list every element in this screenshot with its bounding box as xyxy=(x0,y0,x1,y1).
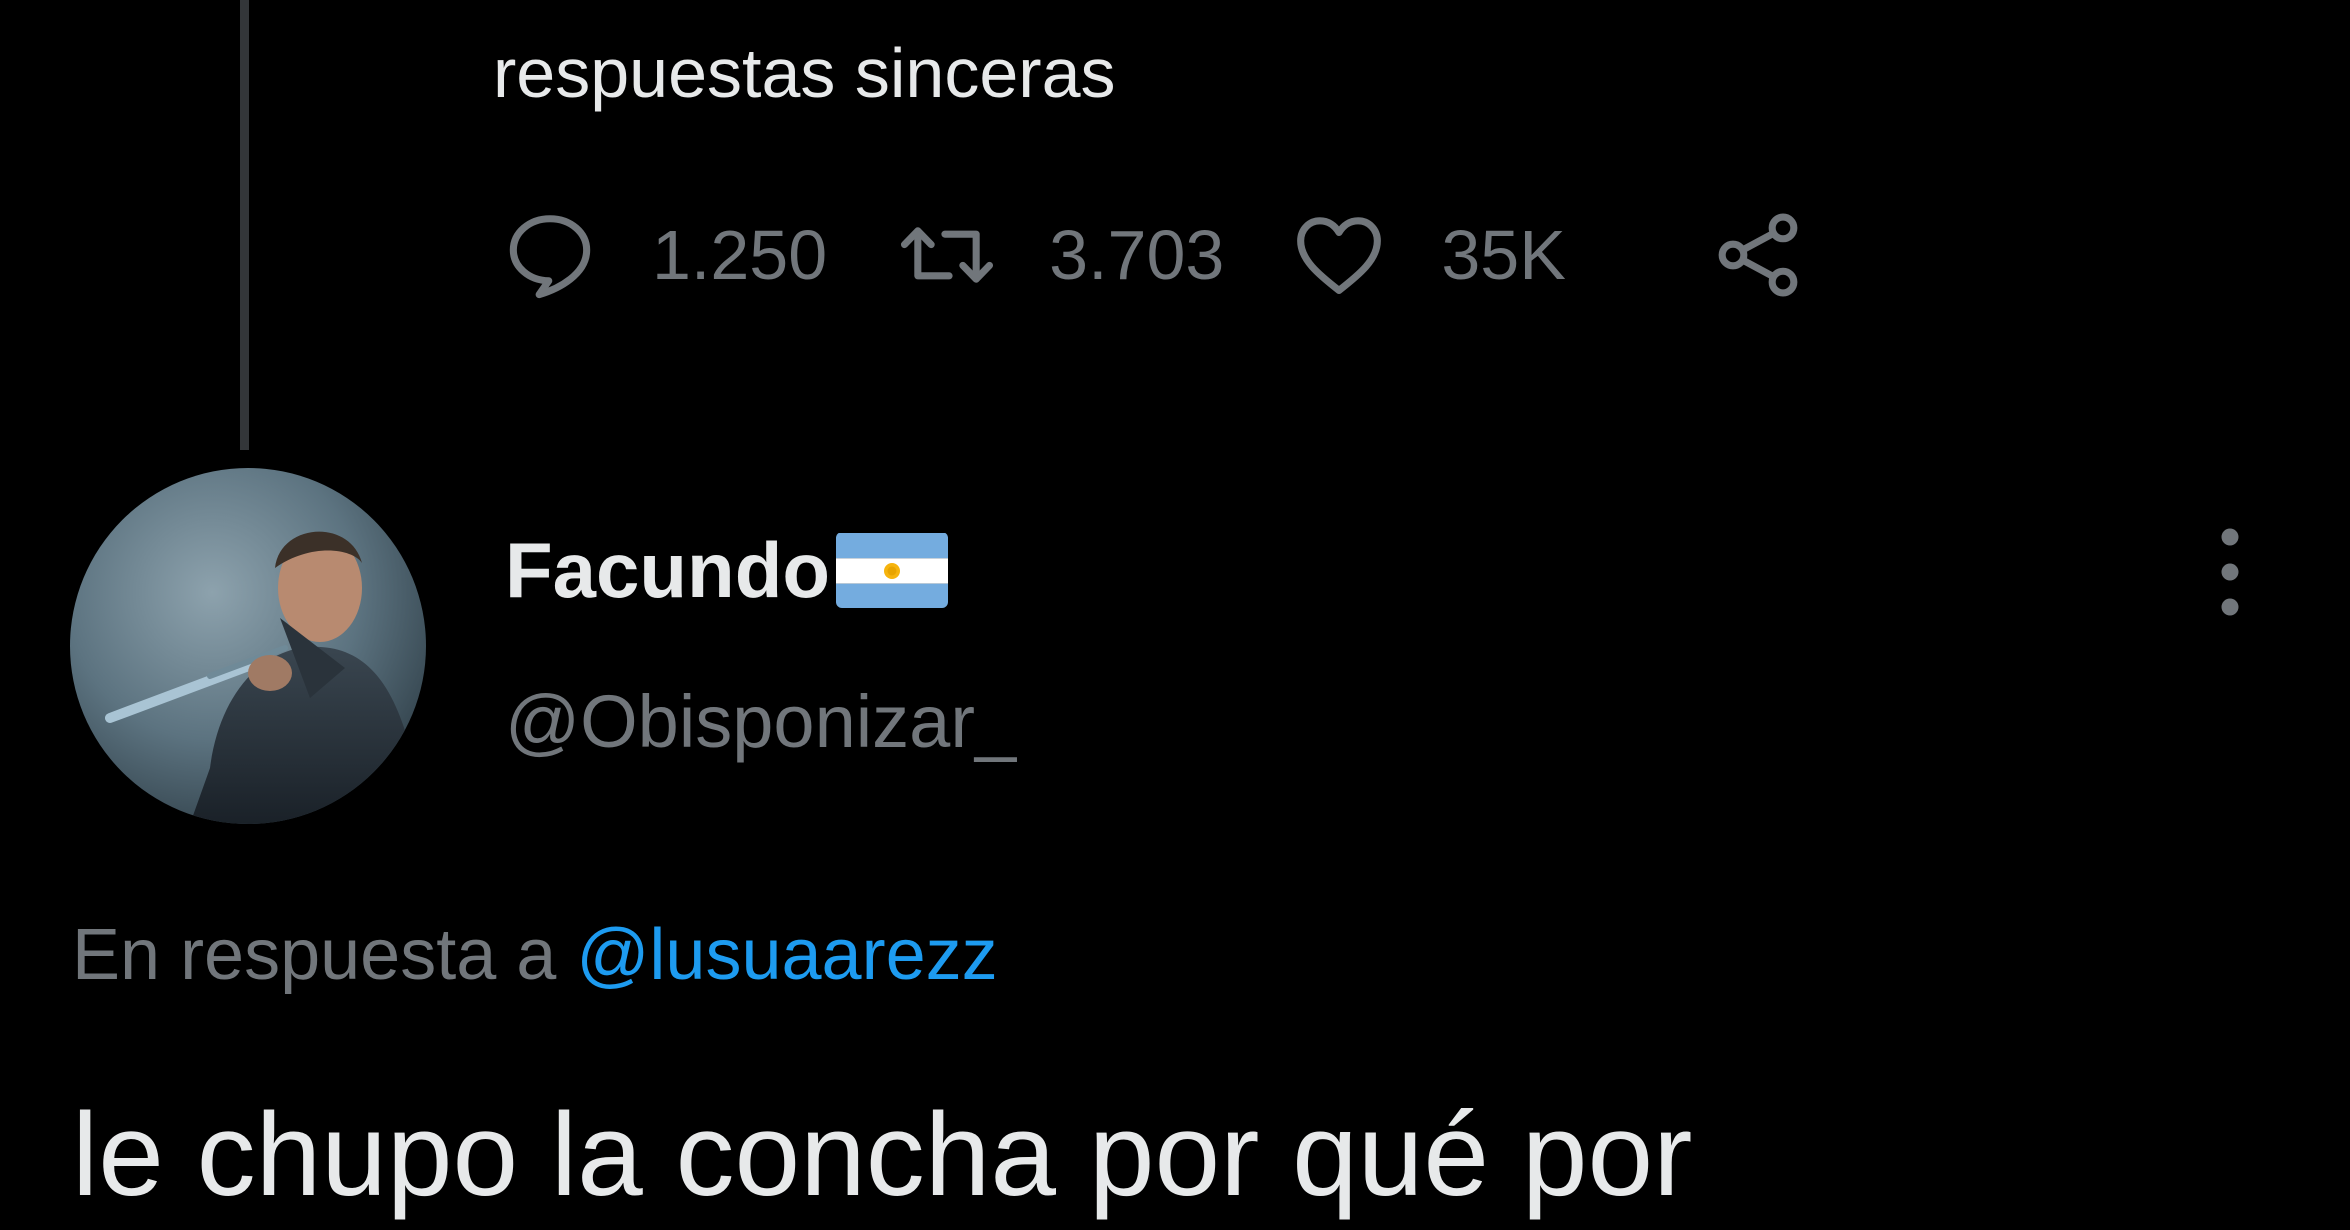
retweet-icon xyxy=(901,227,994,283)
share-icon xyxy=(1718,213,1798,297)
thread-connector-line xyxy=(240,0,249,450)
profile-photo xyxy=(70,468,426,824)
share-button[interactable] xyxy=(1708,205,1808,305)
tweet-action-bar: 1.250 3.703 35K xyxy=(500,205,1808,305)
reply-context-prefix: En respuesta a xyxy=(72,915,577,995)
author-name-text: Facundo xyxy=(505,526,830,614)
more-options-icon xyxy=(2221,528,2239,616)
reply-tweet-text: le chupo la concha por qué por xyxy=(72,1089,1693,1221)
like-icon xyxy=(1297,217,1382,294)
reply-icon xyxy=(509,215,591,299)
previous-tweet-text: respuestas sinceras xyxy=(493,34,1116,112)
reply-button[interactable]: 1.250 xyxy=(500,205,827,305)
author-handle[interactable]: @Obisponizar_ xyxy=(505,672,1016,772)
author-display-name[interactable]: Facundo xyxy=(505,520,948,620)
reply-count: 1.250 xyxy=(652,216,828,294)
reply-context-mention[interactable]: @lusuaarezz xyxy=(576,915,997,995)
more-options-button[interactable] xyxy=(2200,520,2260,625)
like-button[interactable]: 35K xyxy=(1289,205,1566,305)
argentina-flag-icon xyxy=(836,532,948,608)
avatar[interactable] xyxy=(70,468,426,824)
like-count: 35K xyxy=(1441,216,1566,294)
retweet-button[interactable]: 3.703 xyxy=(897,205,1224,305)
retweet-count: 3.703 xyxy=(1049,216,1225,294)
reply-context: En respuesta a @lusuaarezz xyxy=(72,905,998,1005)
